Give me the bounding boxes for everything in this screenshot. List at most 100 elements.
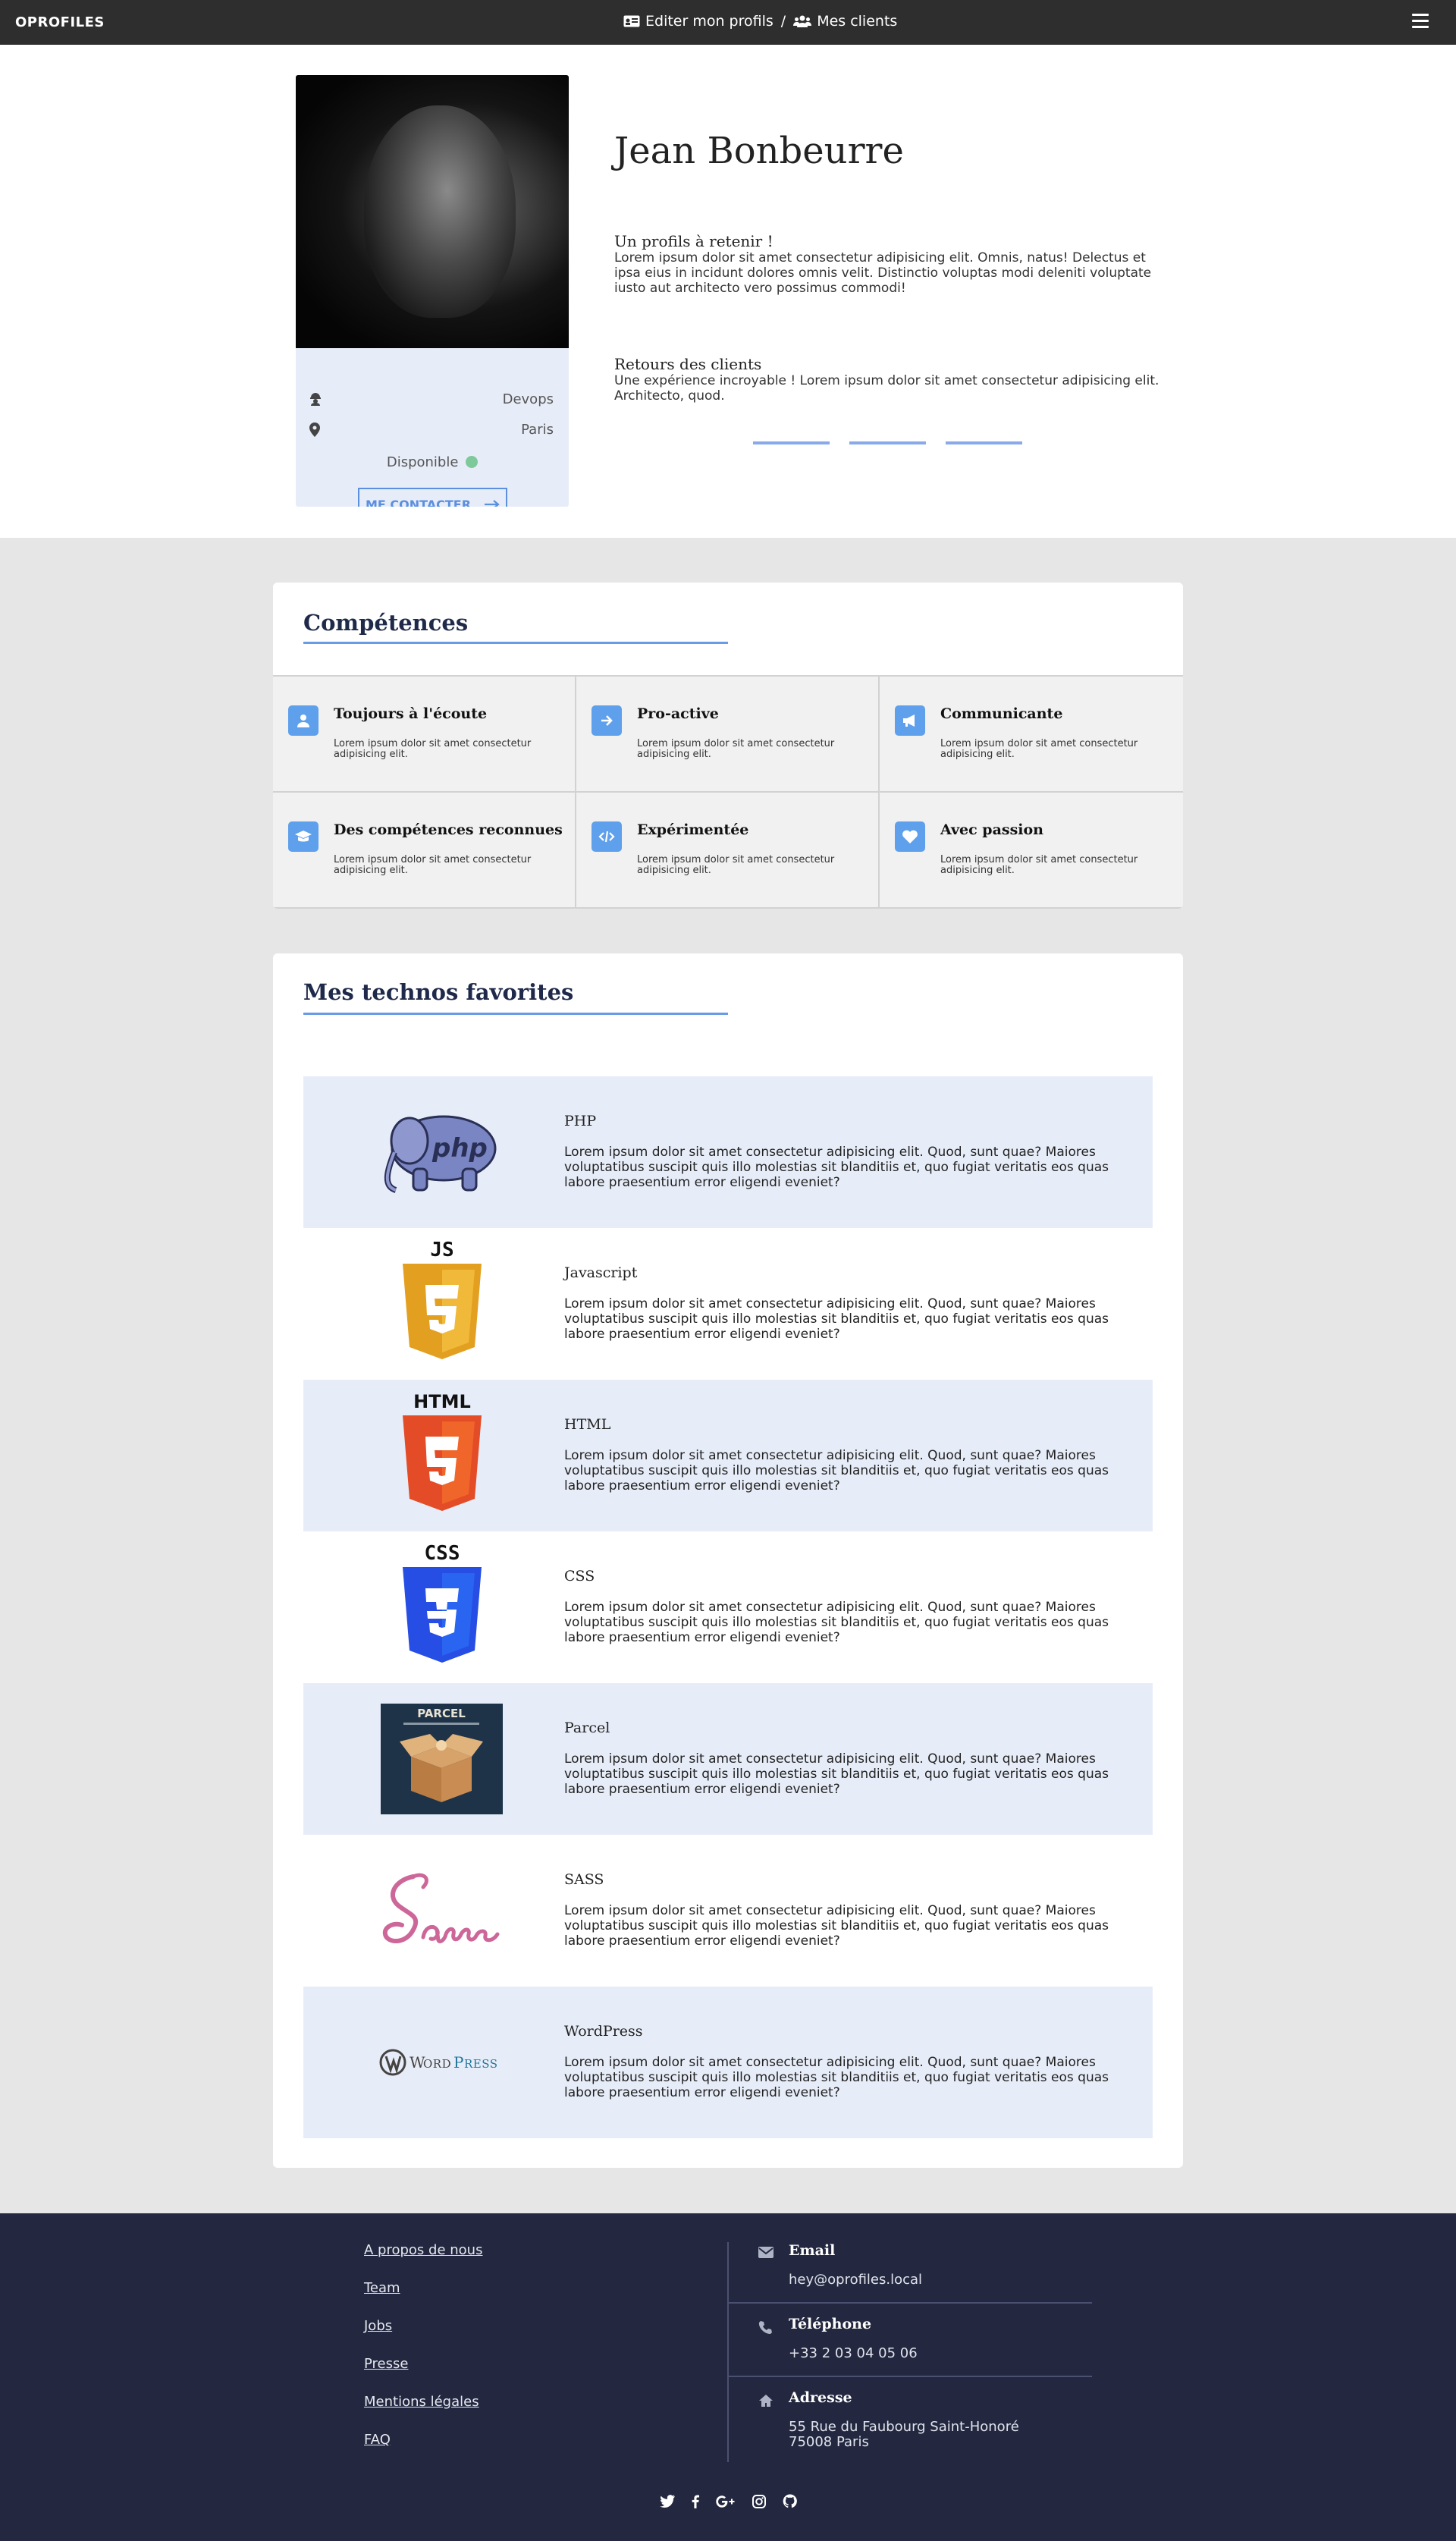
carousel-indicator-1[interactable] xyxy=(753,441,830,444)
bio-title: Un profils à retenir ! xyxy=(614,232,774,250)
carousel-indicator-2[interactable] xyxy=(849,441,926,444)
profile-card: Devops Paris Disponible ME CONTACTER xyxy=(296,75,569,507)
email-label: Email xyxy=(789,2242,836,2259)
twitter-icon[interactable] xyxy=(660,2495,675,2508)
footer-link-press[interactable]: Presse xyxy=(364,2356,482,2394)
svg-text:php: php xyxy=(431,1133,488,1164)
hamburger-menu-icon[interactable] xyxy=(1412,14,1429,29)
email-value[interactable]: hey@oprofiles.local xyxy=(789,2272,1084,2288)
job-row: Devops xyxy=(296,388,569,412)
footer: A propos de nous Team Jobs Presse Mentio… xyxy=(0,2213,1456,2541)
techno-text: Lorem ipsum dolor sit amet consectetur a… xyxy=(564,1448,1109,1494)
techno-name: CSS xyxy=(564,1568,595,1585)
carousel-indicator-3[interactable] xyxy=(946,441,1022,444)
javascript-logo-label: JS xyxy=(430,1239,453,1261)
footer-link-team[interactable]: Team xyxy=(364,2280,482,2318)
skill-card: Expérimentée Lorem ipsum dolor sit amet … xyxy=(576,793,880,909)
techno-text: Lorem ipsum dolor sit amet consectetur a… xyxy=(564,1145,1109,1190)
html5-shield-logo: HTML xyxy=(379,1391,504,1520)
techno-text: Lorem ipsum dolor sit amet consectetur a… xyxy=(564,1296,1109,1342)
footer-link-faq[interactable]: FAQ xyxy=(364,2432,482,2470)
php-elephant-logo: php xyxy=(379,1088,504,1217)
technos-title: Mes technos favorites xyxy=(303,979,574,1005)
instagram-icon[interactable] xyxy=(752,2494,766,2508)
heart-icon xyxy=(895,821,925,852)
footer-link-legal[interactable]: Mentions légales xyxy=(364,2394,482,2432)
techno-text: Lorem ipsum dolor sit amet consectetur a… xyxy=(564,1903,1109,1949)
techno-item-javascript: JS Javascript Lorem ipsum dolor sit amet… xyxy=(303,1228,1153,1380)
technos-panel: Mes technos favorites php PHP Lorem ipsu… xyxy=(273,953,1183,2168)
technos-title-underline xyxy=(303,1013,728,1015)
css-logo-label: CSS xyxy=(424,1543,460,1565)
techno-name: PHP xyxy=(564,1113,597,1129)
reviews-title: Retours des clients xyxy=(614,355,762,373)
skill-text: Lorem ipsum dolor sit amet consectetur a… xyxy=(334,854,532,876)
home-icon xyxy=(758,2394,774,2411)
techno-item-css: CSS CSS Lorem ipsum dolor sit amet conse… xyxy=(303,1531,1153,1683)
skill-title: Pro-active xyxy=(637,705,719,722)
profile-photo xyxy=(296,75,569,348)
carousel-indicators xyxy=(753,441,1022,444)
envelope-icon xyxy=(758,2247,774,2261)
techno-item-parcel: PARCEL Parcel Lorem ipsum dolor sit amet… xyxy=(303,1683,1153,1835)
skill-card: Pro-active Lorem ipsum dolor sit amet co… xyxy=(576,677,880,793)
profile-bio: Un profils à retenir ! Lorem ipsum dolor… xyxy=(614,232,1168,296)
contact-button[interactable]: ME CONTACTER xyxy=(358,488,507,507)
arrow-right-icon xyxy=(485,500,500,507)
html-logo-label: HTML xyxy=(413,1391,471,1412)
techno-item-html: HTML HTML Lorem ipsum dolor sit amet con… xyxy=(303,1380,1153,1531)
nav-links: Editer mon profils / Mes clients xyxy=(623,13,897,30)
megaphone-icon xyxy=(895,705,925,736)
skills-title-underline xyxy=(303,642,728,644)
brand-logo[interactable]: OPROFILES xyxy=(15,14,105,30)
users-icon xyxy=(793,15,812,27)
github-icon[interactable] xyxy=(783,2494,797,2508)
user-icon xyxy=(288,705,318,736)
clients-link[interactable]: Mes clients xyxy=(793,13,897,30)
edit-profile-link[interactable]: Editer mon profils xyxy=(623,13,774,30)
svg-text:ORD: ORD xyxy=(423,2057,451,2071)
skill-card: Toujours à l'écoute Lorem ipsum dolor si… xyxy=(273,677,576,793)
techno-item-wordpress: W ORD P RESS WordPress Lorem ipsum dolor… xyxy=(303,1987,1153,2138)
facebook-icon[interactable] xyxy=(692,2495,699,2508)
skill-card: Communicante Lorem ipsum dolor sit amet … xyxy=(880,677,1183,793)
skill-text: Lorem ipsum dolor sit amet consectetur a… xyxy=(334,738,532,760)
techno-name: Parcel xyxy=(564,1720,610,1736)
techno-name: WordPress xyxy=(564,2023,643,2040)
techno-name: SASS xyxy=(564,1871,604,1888)
google-plus-icon[interactable] xyxy=(716,2495,736,2508)
phone-value[interactable]: +33 2 03 04 05 06 xyxy=(789,2346,1084,2361)
skills-title: Compétences xyxy=(303,610,469,636)
availability-label: Disponible xyxy=(386,454,459,470)
address-value: 55 Rue du Faubourg Saint-Honoré 75008 Pa… xyxy=(789,2420,1084,2450)
parcel-logo-label: PARCEL xyxy=(417,1707,466,1720)
profile-section: Devops Paris Disponible ME CONTACTER Jea… xyxy=(0,45,1456,538)
id-card-icon xyxy=(623,15,640,27)
bio-text: Lorem ipsum dolor sit amet consectetur a… xyxy=(614,250,1152,296)
skill-text: Lorem ipsum dolor sit amet consectetur a… xyxy=(637,854,835,876)
skill-card: Avec passion Lorem ipsum dolor sit amet … xyxy=(880,793,1183,909)
city-row: Paris xyxy=(296,418,569,442)
techno-name: HTML xyxy=(564,1416,611,1433)
map-marker-icon xyxy=(309,422,320,441)
nav-separator: / xyxy=(780,13,786,30)
footer-link-about[interactable]: A propos de nous xyxy=(364,2242,482,2280)
phone-label: Téléphone xyxy=(789,2316,872,2332)
footer-links: A propos de nous Team Jobs Presse Mentio… xyxy=(364,2242,482,2470)
skills-grid: Toujours à l'écoute Lorem ipsum dolor si… xyxy=(273,675,1183,909)
footer-address: Adresse 55 Rue du Faubourg Saint-Honoré … xyxy=(728,2389,1092,2465)
techno-item-php: php PHP Lorem ipsum dolor sit amet conse… xyxy=(303,1076,1153,1228)
availability-status: Disponible xyxy=(296,454,569,470)
skill-title: Avec passion xyxy=(940,821,1043,838)
skill-text: Lorem ipsum dolor sit amet consectetur a… xyxy=(940,854,1138,876)
skill-title: Expérimentée xyxy=(637,821,749,838)
footer-contact-divider xyxy=(728,2302,1092,2304)
social-links xyxy=(660,2494,797,2508)
address-line-2: 75008 Paris xyxy=(789,2434,869,2450)
parcel-box-logo: PARCEL xyxy=(379,1695,504,1823)
footer-link-jobs[interactable]: Jobs xyxy=(364,2318,482,2356)
availability-dot xyxy=(466,456,479,468)
edit-profile-label: Editer mon profils xyxy=(645,13,774,30)
address-label: Adresse xyxy=(789,2389,852,2406)
skill-text: Lorem ipsum dolor sit amet consectetur a… xyxy=(637,738,835,760)
